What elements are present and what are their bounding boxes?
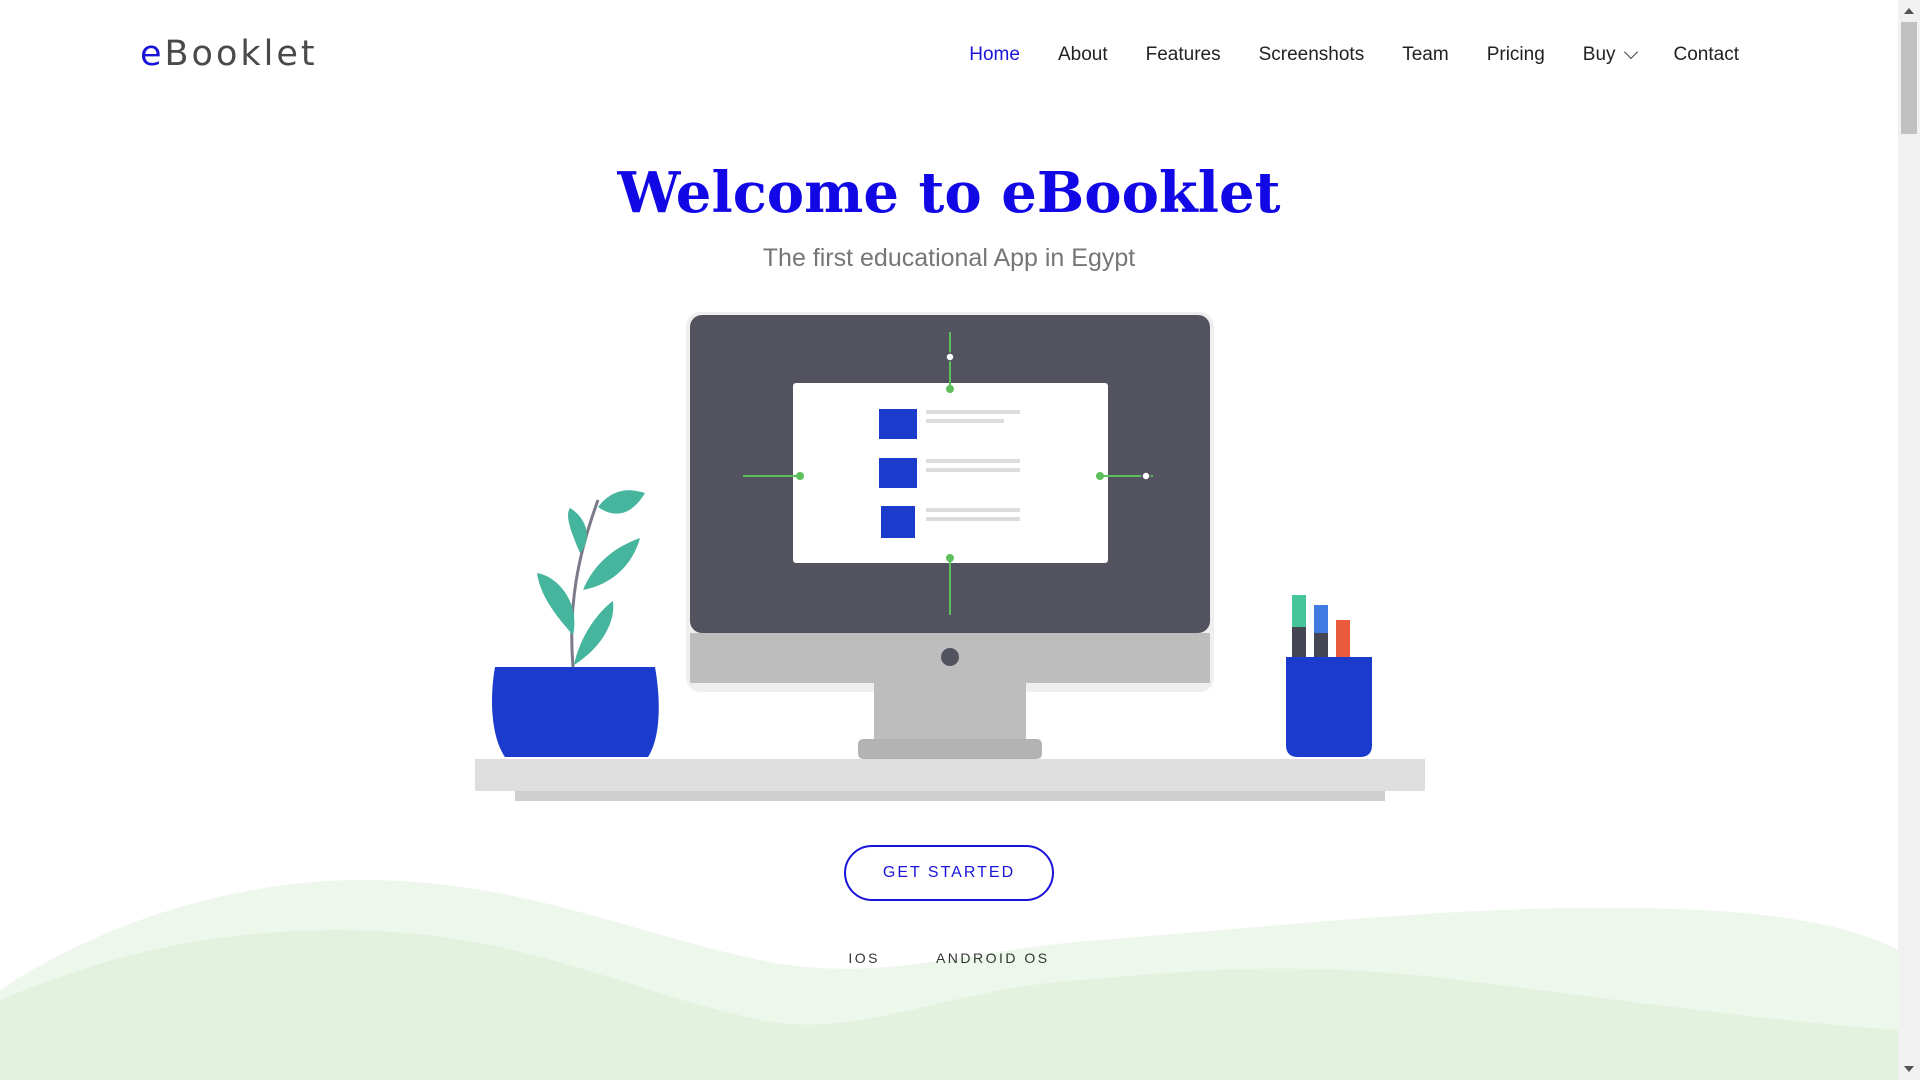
logo-accent-letter: e xyxy=(140,34,165,74)
guide-top-dot xyxy=(946,385,954,393)
leaf-2 xyxy=(568,508,587,553)
site-header: eBooklet Home About Features Screenshots… xyxy=(0,0,1898,115)
nav-about-label: About xyxy=(1057,44,1108,65)
landing-page: eBooklet Home About Features Screenshots… xyxy=(0,0,1920,1080)
scroll-thumb[interactable] xyxy=(1901,22,1917,134)
pen-cup xyxy=(1286,657,1372,757)
leaf-4 xyxy=(537,573,575,635)
guide-top-handle xyxy=(945,352,955,362)
list-line-3a xyxy=(926,508,1020,512)
guide-bottom-dot xyxy=(946,554,954,562)
plant-pot xyxy=(492,667,659,757)
guide-right-handle xyxy=(1141,471,1151,481)
monitor-stand-neck xyxy=(874,683,1026,743)
get-started-label: GET STARTED xyxy=(882,864,1016,881)
nav-buy-label: Buy xyxy=(1582,44,1616,65)
store-links: IOS ANDROID OS xyxy=(0,950,1898,966)
scroll-down-arrow-icon[interactable] xyxy=(1904,1066,1914,1072)
leaf-5 xyxy=(574,601,614,665)
nav-pricing-label: Pricing xyxy=(1486,44,1545,65)
chevron-down-icon xyxy=(1623,44,1638,60)
background-hills xyxy=(0,880,1898,1080)
nav-home-label: Home xyxy=(969,44,1020,65)
nav-home[interactable]: Home xyxy=(969,44,1020,66)
leaf-1 xyxy=(598,490,645,514)
list-line-1a xyxy=(926,410,1020,414)
list-square-3 xyxy=(881,506,915,538)
android-link[interactable]: ANDROID OS xyxy=(936,950,1050,966)
logo-text: Booklet xyxy=(164,34,318,74)
nav-contact[interactable]: Contact xyxy=(1674,44,1739,66)
nav-buy-dropdown[interactable]: Buy xyxy=(1582,44,1638,66)
nav-screenshots-label: Screenshots xyxy=(1258,44,1365,65)
nav-features-label: Features xyxy=(1145,44,1221,65)
nav-screenshots[interactable]: Screenshots xyxy=(1259,44,1365,66)
list-square-1 xyxy=(879,409,917,439)
monitor-stand-base xyxy=(858,739,1042,759)
nav-contact-label: Contact xyxy=(1673,44,1739,65)
list-line-2a xyxy=(926,459,1020,463)
list-square-2 xyxy=(879,458,917,488)
list-line-3b xyxy=(926,517,1020,521)
main-nav: Home About Features Screenshots Team Pri… xyxy=(931,44,1739,66)
list-line-1b xyxy=(926,419,1004,423)
pen-green-body xyxy=(1292,627,1306,659)
desk-top xyxy=(475,759,1425,791)
nav-team-label: Team xyxy=(1402,44,1449,65)
site-logo[interactable]: eBooklet xyxy=(140,34,318,74)
nav-team[interactable]: Team xyxy=(1402,44,1448,66)
guide-left-dot xyxy=(796,472,804,480)
scroll-up-arrow-icon[interactable] xyxy=(1904,8,1914,14)
page-scrollbar[interactable] xyxy=(1898,0,1920,1080)
hero-subtitle: The first educational App in Egypt xyxy=(762,244,1136,272)
nav-features[interactable]: Features xyxy=(1146,44,1221,66)
guide-right-dot xyxy=(1096,472,1104,480)
list-line-2b xyxy=(926,468,1020,472)
nav-about[interactable]: About xyxy=(1058,44,1108,66)
desk-monitor-illustration xyxy=(475,312,1425,801)
pen-red xyxy=(1336,620,1350,660)
ios-link[interactable]: IOS xyxy=(848,950,880,966)
leaf-3 xyxy=(583,538,640,590)
monitor-power-button xyxy=(941,648,959,666)
pen-blue-body xyxy=(1314,633,1328,657)
nav-pricing[interactable]: Pricing xyxy=(1487,44,1545,66)
get-started-button[interactable]: GET STARTED xyxy=(844,845,1054,901)
desk-shadow xyxy=(515,791,1385,801)
hero-title: Welcome to eBooklet xyxy=(617,160,1281,226)
